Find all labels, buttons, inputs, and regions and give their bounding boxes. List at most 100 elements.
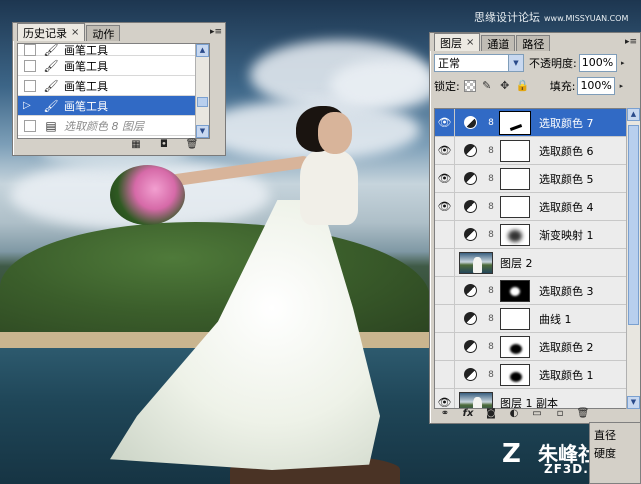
- layer-mask-thumbnail[interactable]: [500, 167, 530, 190]
- history-scrollbar[interactable]: ▲ ▼: [195, 44, 209, 138]
- close-icon[interactable]: ×: [71, 27, 79, 38]
- new-snapshot-icon[interactable]: ◘: [157, 139, 171, 151]
- opacity-input[interactable]: 100%: [578, 54, 617, 72]
- layer-row[interactable]: 8 选取颜色 2: [435, 333, 626, 361]
- layer-row[interactable]: 👁 8 选取颜色 5: [435, 165, 626, 193]
- watermark-site-cn: 思缘设计论坛: [474, 11, 540, 24]
- layer-mask-thumbnail[interactable]: [500, 139, 530, 162]
- layer-mask-thumbnail[interactable]: [500, 279, 530, 302]
- adjustment-layer-icon[interactable]: [464, 340, 477, 353]
- blend-mode-value: 正常: [438, 57, 460, 70]
- opacity-slider-icon[interactable]: ▸: [617, 54, 629, 72]
- chevron-down-icon[interactable]: ▼: [508, 55, 523, 71]
- adjustment-layer-icon[interactable]: [464, 172, 477, 185]
- link-icon[interactable]: 8: [486, 342, 496, 352]
- history-state-marker-icon[interactable]: ▷: [23, 100, 31, 111]
- history-row[interactable]: ▤ 选取颜色 8 图层: [18, 116, 209, 136]
- layer-style-fx-icon[interactable]: fx: [461, 408, 475, 420]
- layer-row[interactable]: 8 选取颜色 3: [435, 277, 626, 305]
- adjustment-layer-icon[interactable]: [464, 312, 477, 325]
- layer-mask-thumbnail[interactable]: [500, 307, 530, 330]
- link-icon[interactable]: 8: [486, 146, 496, 156]
- adjustment-layer-icon[interactable]: [464, 368, 477, 381]
- tab-history[interactable]: 历史记录 ×: [17, 23, 86, 41]
- layer-mask-thumbnail[interactable]: [500, 223, 530, 246]
- eye-hidden-icon[interactable]: [435, 361, 455, 388]
- eye-icon[interactable]: 👁: [435, 137, 455, 164]
- fill-input[interactable]: 100%: [577, 77, 616, 95]
- snapshot-source-checkbox[interactable]: [24, 44, 36, 56]
- snapshot-source-checkbox[interactable]: [24, 59, 36, 72]
- adjustment-layer-icon[interactable]: [464, 284, 477, 297]
- layer-mask-thumbnail[interactable]: [499, 110, 531, 135]
- history-row[interactable]: 🖌 画笔工具: [18, 56, 209, 76]
- layer-row[interactable]: 8 曲线 1: [435, 305, 626, 333]
- layer-mask-thumbnail[interactable]: [500, 335, 530, 358]
- history-row[interactable]: 🖌 画笔工具: [18, 76, 209, 96]
- history-row[interactable]: 🖌 画笔工具: [18, 44, 209, 57]
- layer-thumbnail[interactable]: [459, 251, 493, 274]
- lock-transparency-icon[interactable]: [463, 80, 476, 92]
- delete-state-icon[interactable]: 🗑: [185, 139, 199, 151]
- layer-row[interactable]: 👁 8 选取颜色 6: [435, 137, 626, 165]
- add-mask-icon[interactable]: ◙: [484, 408, 498, 420]
- fill-slider-icon[interactable]: ▸: [615, 77, 627, 95]
- link-icon[interactable]: 8: [486, 174, 496, 184]
- tab-layers[interactable]: 图层 ×: [434, 33, 481, 51]
- link-icon[interactable]: 8: [486, 286, 496, 296]
- eye-hidden-icon[interactable]: [435, 305, 455, 332]
- layer-mask-thumbnail[interactable]: [500, 363, 530, 386]
- link-icon[interactable]: 8: [486, 230, 496, 240]
- adjustment-icon: ▤: [45, 118, 57, 133]
- eye-icon[interactable]: 👁: [435, 193, 455, 220]
- history-row-selected[interactable]: ▷ 🖌 画笔工具: [18, 96, 209, 116]
- tab-actions[interactable]: 动作: [86, 25, 121, 41]
- lock-all-icon[interactable]: 🔒: [516, 79, 530, 93]
- adjustment-layer-icon[interactable]: [464, 228, 477, 241]
- layer-row[interactable]: 8 渐变映射 1: [435, 221, 626, 249]
- layer-row[interactable]: 👁 图层 1 副本: [435, 389, 626, 408]
- tab-paths[interactable]: 路径: [516, 35, 551, 51]
- new-layer-icon[interactable]: ▫: [553, 408, 567, 420]
- layer-mask-thumbnail[interactable]: [500, 195, 530, 218]
- layer-row[interactable]: 8 选取颜色 1: [435, 361, 626, 389]
- lock-image-brush-icon[interactable]: ✎: [480, 79, 494, 93]
- panel-menu-icon[interactable]: ▸≡: [210, 26, 222, 38]
- scroll-down-icon[interactable]: ▼: [196, 125, 209, 138]
- scroll-thumb[interactable]: [628, 125, 639, 325]
- layers-scrollbar[interactable]: ▲ ▼: [626, 108, 640, 409]
- new-group-folder-icon[interactable]: ▭: [530, 408, 544, 420]
- eye-hidden-icon[interactable]: [435, 333, 455, 360]
- link-icon[interactable]: 8: [486, 118, 496, 128]
- adjustment-layer-icon[interactable]: [464, 116, 477, 129]
- eye-icon[interactable]: 👁: [435, 109, 455, 136]
- lock-position-move-icon[interactable]: ✥: [498, 79, 512, 93]
- new-adjustment-layer-icon[interactable]: ◐: [507, 408, 521, 420]
- layer-row[interactable]: 👁 8 选取颜色 4: [435, 193, 626, 221]
- adjustment-layer-icon[interactable]: [464, 144, 477, 157]
- link-icon[interactable]: 8: [486, 314, 496, 324]
- link-layers-icon[interactable]: ⚭: [438, 408, 452, 420]
- new-document-from-state-icon[interactable]: ▦: [129, 139, 143, 151]
- link-icon[interactable]: 8: [486, 202, 496, 212]
- layer-row-selected[interactable]: 👁 8 选取颜色 7: [435, 109, 626, 137]
- scroll-thumb[interactable]: [197, 97, 208, 107]
- eye-icon[interactable]: 👁: [435, 165, 455, 192]
- eye-icon[interactable]: 👁: [435, 389, 455, 408]
- eye-hidden-icon[interactable]: [435, 277, 455, 304]
- panel-menu-icon[interactable]: ▸≡: [625, 36, 637, 48]
- link-icon[interactable]: 8: [486, 370, 496, 380]
- layer-row[interactable]: 图层 2: [435, 249, 626, 277]
- eye-hidden-icon[interactable]: [435, 249, 455, 276]
- scroll-up-icon[interactable]: ▲: [627, 108, 640, 121]
- adjustment-layer-icon[interactable]: [464, 200, 477, 213]
- delete-layer-trash-icon[interactable]: 🗑: [576, 408, 590, 420]
- snapshot-source-checkbox[interactable]: [24, 79, 36, 92]
- blend-mode-select[interactable]: 正常 ▼: [434, 54, 524, 72]
- tab-channels[interactable]: 通道: [481, 35, 516, 51]
- scroll-up-icon[interactable]: ▲: [196, 44, 209, 57]
- bride-head: [318, 112, 352, 154]
- close-icon[interactable]: ×: [466, 37, 474, 48]
- eye-hidden-icon[interactable]: [435, 221, 455, 248]
- snapshot-source-checkbox[interactable]: [24, 119, 36, 132]
